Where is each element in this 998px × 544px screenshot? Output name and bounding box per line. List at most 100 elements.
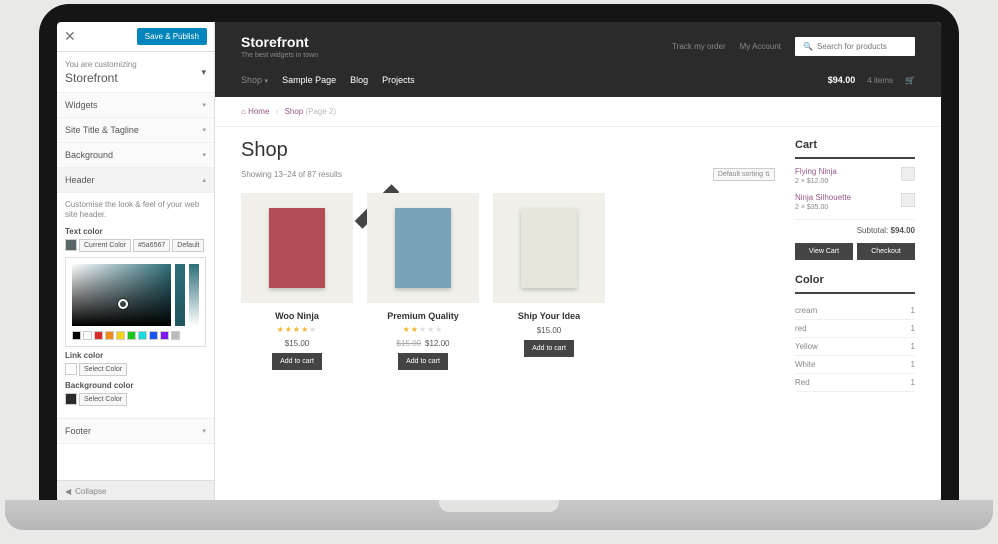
add-to-cart-button[interactable]: Add to cart bbox=[398, 353, 448, 370]
nav-sample[interactable]: Sample Page bbox=[282, 75, 336, 85]
close-icon[interactable]: ✕ bbox=[64, 28, 76, 45]
home-icon[interactable]: ⌂ bbox=[241, 107, 246, 116]
nav-blog[interactable]: Blog bbox=[350, 75, 368, 85]
cart-item-name: Ninja Silhouette bbox=[795, 193, 851, 202]
palette-swatch[interactable] bbox=[116, 331, 125, 340]
color-filter-row[interactable]: Red1 bbox=[795, 374, 915, 392]
alpha-slider[interactable] bbox=[189, 264, 199, 326]
chevron-down-icon: ▾ bbox=[202, 101, 206, 109]
site-tagline: The best widgets in town bbox=[241, 52, 318, 59]
cart-summary[interactable]: $94.00 4 items 🛒 bbox=[828, 75, 915, 85]
palette-swatch[interactable] bbox=[160, 331, 169, 340]
section-header[interactable]: Header▴ bbox=[57, 168, 214, 193]
product-price: $15.00 bbox=[241, 339, 353, 348]
palette-swatch[interactable] bbox=[72, 331, 81, 340]
chevron-up-icon: ▴ bbox=[202, 176, 206, 184]
current-color-button[interactable]: Current Color bbox=[79, 239, 131, 252]
product-price: $15.00 bbox=[493, 326, 605, 335]
product-title: Woo Ninja bbox=[241, 311, 353, 321]
link-color-swatch[interactable] bbox=[65, 363, 77, 375]
text-color-label: Text color bbox=[65, 227, 206, 236]
collapse-icon: ◀ bbox=[65, 487, 71, 496]
section-header-body: Customise the look & feel of your web si… bbox=[57, 193, 214, 419]
palette-swatch[interactable] bbox=[83, 331, 92, 340]
product-thumb bbox=[493, 193, 605, 303]
chevron-down-icon: ▾ bbox=[202, 126, 206, 134]
product-title: Ship Your Idea bbox=[493, 311, 605, 321]
cart-item[interactable]: Ninja Silhouette 2 × $35.00 bbox=[795, 193, 915, 211]
saturation-pad[interactable] bbox=[72, 264, 171, 326]
search-icon: 🔍 bbox=[803, 42, 813, 51]
default-button[interactable]: Default bbox=[172, 239, 204, 252]
nav-projects[interactable]: Projects bbox=[382, 75, 415, 85]
add-to-cart-button[interactable]: Add to cart bbox=[272, 353, 322, 370]
palette-swatch[interactable] bbox=[105, 331, 114, 340]
cart-item-thumb bbox=[901, 193, 915, 207]
chevron-down-icon: ▾ bbox=[265, 78, 269, 85]
crumb-home[interactable]: Home bbox=[248, 107, 269, 116]
site-header: Storefront The best widgets in town Trac… bbox=[215, 22, 941, 97]
site-title: Storefront bbox=[241, 34, 318, 50]
view-cart-button[interactable]: View Cart bbox=[795, 243, 853, 260]
text-color-swatch[interactable] bbox=[65, 239, 77, 251]
palette-swatch[interactable] bbox=[171, 331, 180, 340]
picker-handle[interactable] bbox=[118, 299, 128, 309]
save-publish-button[interactable]: Save & Publish bbox=[137, 28, 207, 45]
product-card[interactable]: Ship Your Idea $15.00 Add to cart bbox=[493, 193, 605, 370]
crumb-shop[interactable]: Shop bbox=[285, 107, 304, 116]
select-color-button[interactable]: Select Color bbox=[79, 393, 127, 406]
result-count: Showing 13–24 of 87 results bbox=[241, 170, 342, 179]
section-background[interactable]: Background▾ bbox=[57, 143, 214, 168]
product-card[interactable]: Woo Ninja ★★★★★ $15.00 Add to cart bbox=[241, 193, 353, 370]
product-rating: ★★★★★ bbox=[367, 325, 479, 334]
product-price: $15.00$12.00 bbox=[367, 339, 479, 348]
link-color-label: Link color bbox=[65, 351, 206, 360]
product-card[interactable]: Sale! Premium Quality ★★★★★ $15.00$12.00… bbox=[367, 193, 479, 370]
product-grid: Woo Ninja ★★★★★ $15.00 Add to cart Sale!… bbox=[241, 193, 775, 370]
checkout-button[interactable]: Checkout bbox=[857, 243, 915, 260]
palette-swatch[interactable] bbox=[138, 331, 147, 340]
page-title: Shop bbox=[241, 139, 775, 162]
section-tagline[interactable]: Site Title & Tagline▾ bbox=[57, 118, 214, 143]
chevron-down-icon: ▾ bbox=[201, 67, 206, 78]
select-color-button[interactable]: Select Color bbox=[79, 363, 127, 376]
product-rating: ★★★★★ bbox=[241, 325, 353, 334]
color-filter-row[interactable]: White1 bbox=[795, 356, 915, 374]
product-search[interactable]: 🔍 bbox=[795, 37, 915, 56]
color-filter-row[interactable]: cream1 bbox=[795, 302, 915, 320]
product-thumb bbox=[367, 193, 479, 303]
cart-heading: Cart bbox=[795, 139, 915, 151]
color-picker[interactable] bbox=[65, 257, 206, 347]
product-title: Premium Quality bbox=[367, 311, 479, 321]
search-input[interactable] bbox=[817, 42, 907, 51]
track-order-link[interactable]: Track my order bbox=[672, 42, 726, 51]
add-to-cart-button[interactable]: Add to cart bbox=[524, 340, 574, 357]
cart-subtotal: Subtotal: $94.00 bbox=[795, 219, 915, 235]
chevron-down-icon: ▾ bbox=[202, 427, 206, 435]
hex-input[interactable]: #5a6567 bbox=[133, 239, 170, 252]
chevron-down-icon: ⇅ bbox=[765, 172, 770, 178]
chevron-down-icon: ▾ bbox=[202, 151, 206, 159]
collapse-button[interactable]: ◀ Collapse bbox=[57, 480, 214, 502]
color-filter-row[interactable]: red1 bbox=[795, 320, 915, 338]
customizer-context[interactable]: You are customizing Storefront ▾ bbox=[57, 52, 214, 93]
context-label: You are customizing bbox=[65, 60, 137, 69]
breadcrumb: ⌂ Home › Shop (Page 2) bbox=[215, 97, 941, 127]
palette-swatch[interactable] bbox=[149, 331, 158, 340]
bg-color-swatch[interactable] bbox=[65, 393, 77, 405]
cart-icon: 🛒 bbox=[905, 76, 915, 85]
cart-item[interactable]: Flying Ninja 2 × $12.00 bbox=[795, 167, 915, 185]
sort-select[interactable]: Default sorting ⇅ bbox=[713, 168, 775, 181]
my-account-link[interactable]: My Account bbox=[740, 42, 781, 51]
color-filter-list: cream1red1Yellow1White1Red1 bbox=[795, 302, 915, 392]
section-widgets[interactable]: Widgets▾ bbox=[57, 93, 214, 118]
nav-shop[interactable]: Shop ▾ bbox=[241, 75, 268, 85]
product-thumb bbox=[241, 193, 353, 303]
hue-slider[interactable] bbox=[175, 264, 185, 326]
header-description: Customise the look & feel of your web si… bbox=[65, 200, 206, 221]
palette-swatch[interactable] bbox=[127, 331, 136, 340]
cart-item-name: Flying Ninja bbox=[795, 167, 837, 176]
palette-swatch[interactable] bbox=[94, 331, 103, 340]
section-footer[interactable]: Footer▾ bbox=[57, 419, 214, 444]
color-filter-row[interactable]: Yellow1 bbox=[795, 338, 915, 356]
